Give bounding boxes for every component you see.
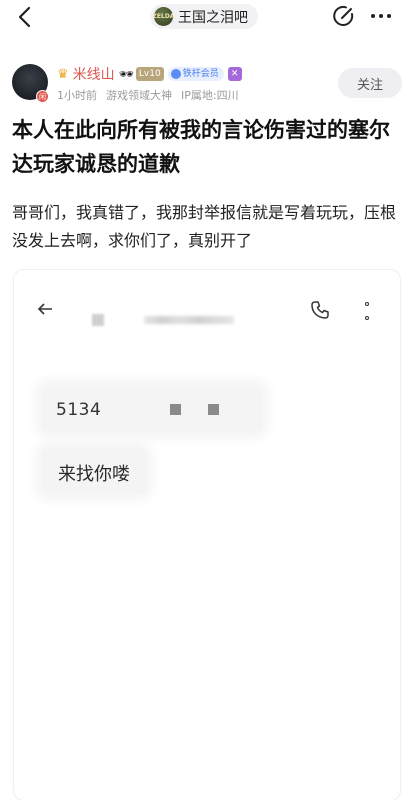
more-vertical-icon bbox=[364, 302, 370, 320]
more-button[interactable] bbox=[368, 4, 394, 28]
ip-location: IP属地:四川 bbox=[181, 89, 239, 102]
follow-button[interactable]: 关注 bbox=[338, 68, 402, 98]
more-horizontal-icon bbox=[371, 14, 375, 18]
member-icon bbox=[170, 69, 181, 79]
post-meta: 1小时前 游戏领域大神 IP属地:四川 bbox=[57, 87, 239, 103]
message-bubble: 来找你喽 bbox=[42, 448, 146, 494]
level-badge: Lv10 bbox=[135, 67, 164, 81]
redacted-block bbox=[208, 404, 219, 415]
crown-icon: ♛ bbox=[57, 66, 69, 82]
back-arrow-icon bbox=[37, 303, 52, 315]
back-arrow-icon bbox=[18, 6, 31, 28]
username[interactable]: 米线山 bbox=[73, 64, 115, 84]
member-label: 铁杆会员 bbox=[182, 69, 219, 79]
phone-icon bbox=[311, 301, 329, 319]
author-name-line: ♛ 米线山 🕶 Lv10 铁杆会员 ✕ bbox=[57, 65, 242, 83]
post-title: 本人在此向所有被我的言论伤害过的塞尔达玩家诚恳的道歉 bbox=[12, 118, 390, 176]
edit-button[interactable] bbox=[332, 4, 356, 28]
edit-icon bbox=[333, 5, 354, 26]
member-badge: 铁杆会员 bbox=[167, 67, 224, 81]
redacted-block bbox=[92, 314, 104, 326]
avatar-badge: 闲 bbox=[36, 90, 49, 103]
redacted-block bbox=[170, 404, 181, 415]
forum-avatar: ZELDA bbox=[153, 7, 174, 26]
medal-icon: ✕ bbox=[227, 67, 242, 81]
forum-name: 王国之泪吧 bbox=[178, 9, 248, 26]
redacted-contact bbox=[144, 316, 234, 324]
author-honor: 游戏领域大神 bbox=[106, 89, 172, 102]
back-button[interactable] bbox=[12, 4, 38, 30]
post-body: 哥哥们，我真错了，我那封举报信就是写着玩玩，压根没发上去啊，求你们了，真别开了 bbox=[12, 203, 397, 250]
message-bubble: 5134 bbox=[42, 386, 262, 432]
message-text: 5134 bbox=[56, 400, 102, 420]
message-text: 来找你喽 bbox=[58, 464, 130, 485]
top-bar: ZELDA 王国之泪吧 bbox=[0, 0, 414, 34]
embedded-screenshot[interactable]: 5134 来找你喽 bbox=[14, 270, 400, 800]
author-row: 闲 ♛ 米线山 🕶 Lv10 铁杆会员 ✕ 1小时前 游戏领域大神 IP属地:四… bbox=[12, 62, 402, 106]
post-time: 1小时前 bbox=[57, 89, 97, 102]
forum-pill[interactable]: ZELDA 王国之泪吧 bbox=[150, 4, 258, 29]
sunglasses-icon: 🕶 bbox=[118, 67, 134, 81]
